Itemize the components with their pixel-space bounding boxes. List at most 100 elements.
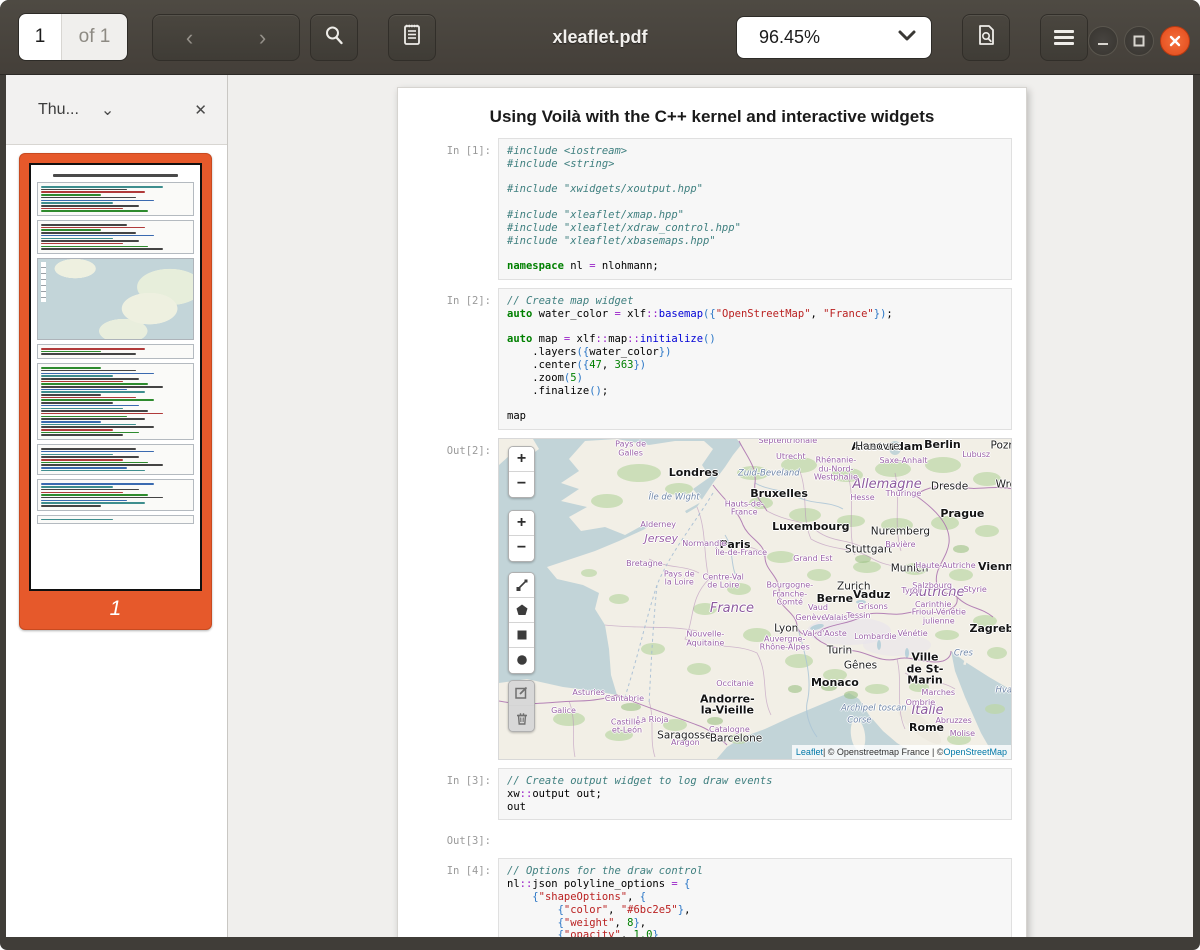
- map-label: Cres: [954, 650, 973, 659]
- map-labels: LondresAmsterdamBruxellesLuxembourgParis…: [499, 439, 1011, 759]
- thumbnails-sidebar: Thu... ⌄ ✕ 1: [6, 75, 228, 937]
- map-label: Zuid-Beveland: [738, 470, 800, 479]
- map-label: Vénétie: [898, 630, 928, 638]
- map-label: Hva: [996, 686, 1012, 695]
- code-cell-3: In [3]: // Create output widget to log d…: [398, 768, 1026, 820]
- circle-icon: [515, 653, 529, 667]
- map-label: Castille- et-León: [611, 719, 643, 736]
- leaflet-link[interactable]: Leaflet: [796, 747, 823, 757]
- code-input: // Create map widgetauto water_color = x…: [498, 288, 1012, 430]
- zoom-out-button[interactable]: −: [509, 536, 534, 561]
- trash-icon: [515, 711, 529, 726]
- minimize-button[interactable]: [1088, 26, 1118, 56]
- thumbnail-cell: [37, 444, 194, 475]
- map-label: Rhénanie- du-Nord- Westphalie: [814, 457, 858, 482]
- next-page-button[interactable]: ›: [226, 25, 299, 51]
- map-label: Nuremberg: [871, 526, 930, 537]
- previous-page-button[interactable]: ‹: [153, 25, 226, 51]
- annotate-document-button[interactable]: [962, 14, 1010, 61]
- thumbnail-cell: [37, 344, 194, 359]
- map-label: Marches: [922, 688, 955, 696]
- draw-polygon-button[interactable]: [509, 598, 534, 623]
- map-label: Andorre- la-Vieille: [700, 693, 755, 716]
- map-label: Gênes: [844, 660, 877, 671]
- edit-toolbar: [508, 680, 535, 732]
- pdf-viewer-window: 1 of 1 ‹ › xleaflet.pdf 96.45%: [0, 0, 1200, 950]
- thumbnail-page-number: 1: [20, 597, 211, 621]
- map-label: Hesse: [850, 494, 874, 502]
- map-label: Wro: [996, 480, 1012, 491]
- edit-layers-button[interactable]: [509, 681, 534, 706]
- draw-rectangle-button[interactable]: [509, 623, 534, 648]
- search-button[interactable]: [310, 14, 358, 61]
- notebook-title: Using Voilà with the C++ kernel and inte…: [398, 107, 1026, 127]
- map-label: Alderney: [640, 520, 676, 528]
- map-label: Frioul-Vénétie julienne: [912, 609, 966, 626]
- thumbnail-page-preview: [29, 163, 202, 591]
- document-viewer[interactable]: Using Voilà with the C++ kernel and inte…: [228, 75, 1193, 937]
- thumbnail-cell: [37, 515, 194, 525]
- maximize-button[interactable]: [1124, 26, 1154, 56]
- document-title: xleaflet.pdf: [470, 0, 730, 75]
- thumbnail-title-bar: [53, 174, 179, 177]
- map-label: Bruxelles: [750, 488, 808, 500]
- map-label: France: [710, 602, 754, 616]
- map-label: Septentrionale: [758, 438, 817, 446]
- page-number-input[interactable]: 1: [19, 14, 61, 60]
- zoom-in-button[interactable]: +: [509, 511, 534, 536]
- polyline-icon: [515, 578, 529, 592]
- toolbar: 1 of 1 ‹ › xleaflet.pdf 96.45%: [0, 0, 1200, 75]
- delete-layers-button[interactable]: [509, 706, 534, 731]
- map-label: Vaud: [808, 604, 828, 612]
- map-label: Catalogne: [709, 726, 750, 734]
- map-label: Hanovre: [855, 442, 899, 453]
- draw-circle-button[interactable]: [509, 648, 534, 673]
- code-input: // Options for the draw controlnl::json …: [498, 858, 1012, 937]
- code-cell-1: In [1]: #include <iostream>#include <str…: [398, 138, 1026, 280]
- zoom-in-button[interactable]: +: [509, 447, 534, 472]
- annotations-pane-button[interactable]: [388, 14, 436, 61]
- map-label: Dresde: [931, 481, 968, 492]
- zoom-out-button[interactable]: −: [509, 472, 534, 497]
- map-label: Corse: [847, 717, 871, 726]
- leaflet-map[interactable]: LondresAmsterdamBruxellesLuxembourgParis…: [498, 438, 1012, 760]
- code-cell-4: In [4]: // Options for the draw controln…: [398, 858, 1026, 937]
- page-thumbnail-selected[interactable]: 1: [19, 153, 212, 630]
- edit-icon: [514, 685, 529, 700]
- map-label: Normandie: [682, 539, 726, 547]
- map-output-cell: Out[2]:: [398, 438, 1026, 760]
- code-input: // Create output widget to log draw even…: [498, 768, 1012, 820]
- page-nav-group: ‹ ›: [152, 14, 300, 61]
- chevron-down-icon: [897, 28, 917, 47]
- search-icon: [323, 24, 345, 51]
- zoom-level-value: 96.45%: [759, 27, 897, 48]
- pentagon-icon: [515, 603, 529, 617]
- menu-button[interactable]: [1040, 14, 1088, 61]
- sidebar-close-button[interactable]: ✕: [194, 101, 207, 119]
- openstreetmap-link[interactable]: OpenStreetMap: [943, 747, 1007, 757]
- cell-prompt: In [3]:: [398, 768, 498, 820]
- thumbnail-cell: [37, 479, 194, 510]
- square-icon: [515, 628, 529, 642]
- map-label: Centre-Val de Loire: [703, 573, 744, 590]
- map-label: Berlin: [924, 440, 961, 452]
- map-label: Nouvelle- Aquitaine: [686, 631, 724, 648]
- map-label: Prague: [940, 508, 984, 520]
- map-label: Île de Wight: [649, 493, 700, 502]
- map-label: Tyrol: [901, 587, 920, 595]
- pdf-page: Using Voilà with the C++ kernel and inte…: [397, 87, 1027, 937]
- map-label: Styrie: [963, 586, 986, 594]
- map-label: Grand Est: [793, 554, 832, 562]
- zoom-select[interactable]: 96.45%: [736, 16, 932, 59]
- document-magnifier-icon: [975, 23, 997, 52]
- draw-polyline-button[interactable]: [509, 573, 534, 598]
- map-label: Auvergne- Rhône-Alpes: [760, 635, 810, 652]
- map-label: Abruzzes: [935, 716, 971, 724]
- close-button[interactable]: [1160, 26, 1190, 56]
- cell-prompt: Out[2]:: [398, 438, 498, 760]
- attribution-text: | © Openstreetmap France | ©: [823, 747, 944, 757]
- map-zoom-control-1: + −: [508, 446, 535, 498]
- sidebar-pane-select[interactable]: Thu...: [38, 101, 79, 119]
- cell-prompt: In [2]:: [398, 288, 498, 430]
- chevron-down-icon[interactable]: ⌄: [101, 100, 114, 120]
